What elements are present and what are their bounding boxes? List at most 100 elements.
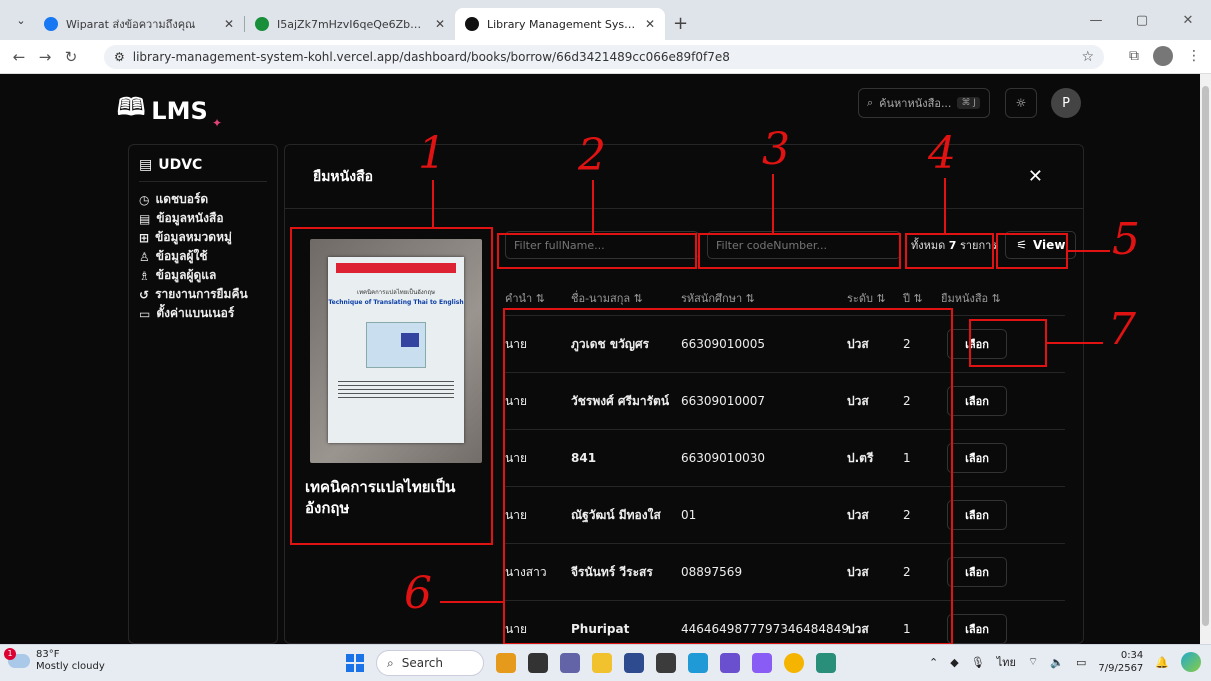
back-icon[interactable]: ← — [6, 48, 32, 66]
menu-dots-icon[interactable]: ⋮ — [1187, 48, 1201, 64]
column-header[interactable]: ปี ⇅ — [903, 289, 941, 307]
wifi-icon[interactable]: ⌔ — [1028, 655, 1038, 669]
column-header[interactable]: คำนำ ⇅ — [505, 289, 571, 307]
system-tray: ⌃ ◆ 🎙 ไทย ⌔ 🔈 ▭ 0:34 7/9/2567 🔔 — [929, 649, 1201, 675]
select-button[interactable]: เลือก — [947, 614, 1007, 644]
facebook-icon — [44, 17, 58, 31]
sidebar-item[interactable]: ◷ แดชบอร์ด — [139, 190, 267, 209]
history-icon: ↺ — [139, 287, 150, 302]
notification-bell-icon[interactable]: 🔔 — [1155, 656, 1169, 669]
select-button[interactable]: เลือก — [947, 443, 1007, 473]
photos-icon[interactable] — [720, 653, 740, 673]
browser-tab-1[interactable]: Wiparat ส่งข้อความถึงคุณ ✕ — [34, 8, 244, 40]
annotation-box-1 — [290, 227, 493, 545]
start-icon[interactable] — [346, 654, 364, 672]
annotation-label-6: 6 — [404, 568, 432, 619]
panel-title: ยืมหนังสือ — [313, 168, 374, 185]
select-button[interactable]: เลือก — [947, 386, 1007, 416]
file-explorer-icon[interactable] — [592, 653, 612, 673]
mic-icon[interactable]: 🎙 — [971, 656, 985, 669]
tab-title: Library Management System — [487, 17, 637, 31]
reload-icon[interactable]: ↻ — [58, 48, 84, 66]
windows-taskbar: 1 83°F Mostly cloudy ⌕ Search ⌃ ◆ 🎙 ไทย … — [0, 644, 1211, 681]
tray-app-icon[interactable]: ◆ — [950, 656, 958, 669]
taskbar-search[interactable]: ⌕ Search — [376, 650, 484, 676]
panel-header: ยืมหนังสือ ✕ — [285, 145, 1083, 209]
sidebar-brand: ▤ UDVC — [139, 157, 203, 173]
url-field[interactable]: ⚙ library-management-system-kohl.vercel.… — [104, 45, 1104, 69]
search-icon: ⌕ — [387, 655, 394, 670]
bookmark-star-icon[interactable]: ☆ — [1081, 49, 1094, 65]
annotation-label-7: 7 — [1108, 304, 1136, 355]
app-viewport: 🕮 LMS ✦ ⌕ ค้นหาหนังสือ... ⌘ J ☼ P ▤ UDVC… — [0, 74, 1200, 644]
search-button[interactable]: ⌕ ค้นหาหนังสือ... ⌘ J — [858, 88, 990, 118]
extensions-icon[interactable]: ⧉ — [1129, 48, 1139, 64]
app-logo[interactable]: 🕮 LMS ✦ — [117, 90, 222, 131]
profile-avatar[interactable] — [1153, 46, 1173, 66]
document-icon: ▤ — [139, 157, 153, 173]
copilot-icon[interactable] — [1181, 652, 1201, 672]
weather-widget[interactable]: 1 83°F Mostly cloudy — [4, 648, 105, 673]
drive-icon — [255, 17, 269, 31]
discord-icon[interactable] — [752, 653, 772, 673]
select-button[interactable]: เลือก — [947, 500, 1007, 530]
close-icon[interactable]: ✕ — [1028, 166, 1043, 187]
annotation-box-4 — [905, 233, 994, 269]
clock[interactable]: 0:34 7/9/2567 — [1098, 649, 1143, 675]
search-placeholder: ค้นหาหนังสือ... — [879, 97, 952, 110]
close-tab-icon[interactable]: ✕ — [435, 17, 445, 31]
address-bar: ← → ↻ ⚙ library-management-system-kohl.v… — [0, 40, 1211, 74]
teams-icon[interactable] — [560, 653, 580, 673]
logo-text: LMS — [151, 96, 208, 125]
url-text: library-management-system-kohl.vercel.ap… — [132, 50, 730, 64]
sun-icon: ☼ — [1015, 96, 1027, 110]
sidebar-item[interactable]: ⊞ ข้อมูลหมวดหมู่ — [139, 228, 267, 247]
close-window-icon[interactable]: ✕ — [1165, 13, 1211, 28]
volume-icon[interactable]: 🔈 — [1050, 656, 1064, 669]
restore-icon[interactable]: ▢ — [1119, 13, 1165, 28]
store-icon[interactable] — [624, 653, 644, 673]
sidebar: ▤ UDVC ◷ แดชบอร์ด ▤ ข้อมูลหนังสือ ⊞ ข้อมูลหมว… — [128, 144, 278, 644]
browser-tab-bar: ⌄ Wiparat ส่งข้อความถึงคุณ ✕ I5ajZk7mHzv… — [0, 0, 1211, 40]
column-header[interactable]: ชื่อ-นามสกุล ⇅ — [571, 289, 681, 307]
search-icon: ⌕ — [867, 96, 874, 109]
annotation-label-2: 2 — [578, 130, 606, 181]
page-scrollbar[interactable] — [1200, 74, 1211, 644]
column-header[interactable]: รหัสนักศึกษา ⇅ — [681, 289, 847, 307]
new-tab-button[interactable]: + — [673, 13, 688, 34]
task-view-icon[interactable] — [528, 653, 548, 673]
settings-icon[interactable] — [656, 653, 676, 673]
select-button[interactable]: เลือก — [947, 557, 1007, 587]
sparkle-icon: ✦ — [212, 116, 223, 130]
sidebar-item[interactable]: ♙ ข้อมูลผู้ใช้ — [139, 247, 267, 266]
cloud-icon: 1 — [4, 648, 30, 668]
annotation-box-2 — [497, 233, 697, 269]
site-info-icon[interactable]: ⚙ — [114, 50, 125, 64]
minimize-icon[interactable]: — — [1073, 13, 1119, 28]
sidebar-item[interactable]: ▤ ข้อมูลหนังสือ — [139, 209, 267, 228]
browser-tab-2[interactable]: I5ajZk7mHzvI6qeQe6ZbEo3Rb ✕ — [245, 8, 455, 40]
language-indicator[interactable]: ไทย — [997, 653, 1016, 671]
close-tab-icon[interactable]: ✕ — [645, 17, 655, 31]
theme-toggle-button[interactable]: ☼ — [1005, 88, 1037, 118]
battery-icon[interactable]: ▭ — [1076, 656, 1086, 669]
taskbar-app-icon[interactable] — [496, 653, 516, 673]
network-app-icon[interactable] — [816, 653, 836, 673]
tab-title: I5ajZk7mHzvI6qeQe6ZbEo3Rb — [277, 17, 427, 31]
sidebar-item[interactable]: ♗ ข้อมูลผู้ดูแล — [139, 266, 267, 285]
chevron-up-icon[interactable]: ⌃ — [929, 656, 938, 669]
column-header[interactable]: ยืมหนังสือ ⇅ — [941, 289, 1041, 307]
sidebar-item[interactable]: ↺ รายงานการยืมคืน — [139, 285, 267, 304]
column-header[interactable]: ระดับ ⇅ — [847, 289, 903, 307]
tab-title: Wiparat ส่งข้อความถึงคุณ — [66, 18, 196, 31]
book-open-icon: 🕮 — [117, 93, 146, 121]
browser-tab-3[interactable]: Library Management System ✕ — [455, 8, 665, 40]
annotation-label-5: 5 — [1112, 214, 1140, 265]
close-tab-icon[interactable]: ✕ — [224, 17, 234, 31]
tab-search-icon[interactable]: ⌄ — [8, 7, 34, 33]
user-avatar[interactable]: P — [1051, 88, 1081, 118]
edge-icon[interactable] — [688, 653, 708, 673]
sidebar-item[interactable]: ▭ ตั้งค่าแบนเนอร์ — [139, 304, 267, 323]
forward-icon[interactable]: → — [32, 48, 58, 66]
chrome-icon[interactable] — [784, 653, 804, 673]
